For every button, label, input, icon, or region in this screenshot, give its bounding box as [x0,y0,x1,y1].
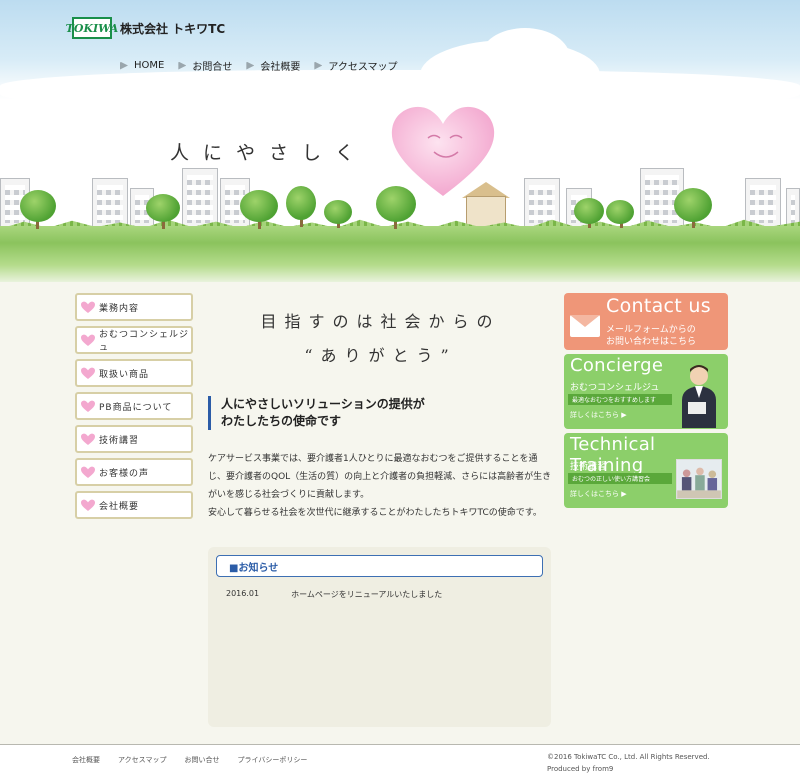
building [524,178,560,228]
footer: 会社概要 アクセスマップ お問い合せ プライバシーポリシー ©2016 Toki… [0,744,800,780]
heart-icon [81,466,95,478]
intro-text: ケアサービス事業では、要介護者1人ひとりに最適なおむつをご提供することを通じ、要… [208,450,553,522]
concierge-banner[interactable]: Concierge おむつコンシェルジュ 最適なおむつをおすすめします 詳しくは… [564,354,728,429]
sidebar-item-label: 会社概要 [99,501,140,512]
concierge-banner-strip: 最適なおむつをおすすめします [568,394,672,405]
training-photo-icon [677,460,721,498]
lead-line-2: “ありがとう” [304,346,457,365]
sidebar-item-label: 技術講習 [99,435,140,446]
news-box: ■お知らせ 2016.01 ホームページをリニューアルいたしました [208,547,551,727]
triangle-bullet-icon [314,61,323,70]
technical-banner-more: 詳しくはこちら ▶ [570,490,627,498]
nav-company[interactable]: 会社概要 [246,58,300,73]
technical-training-banner[interactable]: Technical Training 技術講習 おむつの正しい使い方講習会 詳し… [564,433,728,508]
building [92,178,128,228]
mission-heading-line-2: わたしたちの使命です [221,414,342,428]
contact-banner-title: Contact us [606,295,711,317]
logo-mark: TOKIWA [66,17,118,39]
site-logo[interactable]: TOKIWA 株式会社 トキワTC [66,17,226,39]
sidebar-item-label: お客様の声 [99,468,150,479]
intro-paragraph-2: 安心して暮らせる社会を次世代に継承することがわたしたちトキワTCの使命です。 [208,508,542,518]
triangle-bullet-icon [246,61,255,70]
footer-link-access[interactable]: アクセスマップ [118,755,166,765]
nav-label: HOME [134,60,165,71]
concierge-banner-sub: おむつコンシェルジュ [570,383,660,393]
sidebar-item-label: おむつコンシェルジュ [99,330,190,353]
sidebar-item-business[interactable]: 業務内容 [75,293,193,321]
tree [674,188,712,222]
tree [286,186,316,220]
tree [146,194,180,222]
tree [574,198,604,224]
tree [324,200,352,224]
global-nav: HOME お問合せ 会社概要 アクセスマップ [120,58,398,73]
news-text: ホームページをリニューアルいたしました [291,590,443,599]
building [745,178,781,228]
tree [606,200,634,224]
main-content: 目指すのは社会からの “ありがとう” 人にやさしいソリューションの提供が わたし… [208,300,553,522]
heart-icon [81,400,95,412]
sidebar-item-pb[interactable]: PB商品について [75,392,193,420]
house [466,196,506,228]
heart-icon [81,367,95,379]
sidebar-item-company[interactable]: 会社概要 [75,491,193,519]
sidebar-nav: 業務内容 おむつコンシェルジュ 取扱い商品 PB商品について 技術講習 お客様の… [75,293,193,524]
mission-heading-line-1: 人にやさしいソリューションの提供が [221,397,425,411]
concierge-banner-title: Concierge [570,355,664,376]
triangle-bullet-icon [178,61,187,70]
ground [0,226,800,282]
sidebar-item-products[interactable]: 取扱い商品 [75,359,193,387]
tree [376,186,416,222]
contact-banner-line-2: お問い合わせはこちら [606,337,697,347]
heart-icon [81,301,95,313]
nav-label: お問合せ [192,62,233,73]
sidebar-item-voice[interactable]: お客様の声 [75,458,193,486]
concierge-banner-more: 詳しくはこちら ▶ [570,411,627,419]
lead-line-1: 目指すのは社会からの [260,312,501,331]
footer-link-company[interactable]: 会社概要 [72,755,100,765]
envelope-icon [570,315,600,337]
produced-by: Produced by from9 [547,765,614,773]
heart-icon [81,499,95,511]
nav-label: 会社概要 [260,62,301,73]
sidebar-item-concierge[interactable]: おむつコンシェルジュ [75,326,193,354]
hero-header: TOKIWA 株式会社 トキワTC HOME お問合せ 会社概要 アクセスマップ… [0,0,800,282]
news-date: 2016.01 [226,589,260,598]
heart-icon [81,433,95,445]
sidebar-item-training[interactable]: 技術講習 [75,425,193,453]
sidebar-item-label: 業務内容 [99,303,140,314]
tree [240,190,278,222]
tree [20,190,56,222]
concierge-person-icon [682,365,716,428]
intro-paragraph-1: ケアサービス事業では、要介護者1人ひとりに最適なおむつをご提供することを通じ、要… [208,454,552,500]
copyright: ©2016 TokiwaTC Co., Ltd. All Rights Rese… [547,751,710,775]
mission-heading: 人にやさしいソリューションの提供が わたしたちの使命です [208,396,553,430]
nav-contact[interactable]: お問合せ [178,58,232,73]
heart-icon [81,334,95,346]
news-item: 2016.01 ホームページをリニューアルいたしました [226,589,442,600]
news-heading: ■お知らせ [216,555,543,577]
company-name: 株式会社 トキワTC [120,21,226,36]
nav-access[interactable]: アクセスマップ [314,58,398,73]
building [182,168,218,228]
triangle-bullet-icon [120,61,128,70]
technical-banner-strip: おむつの正しい使い方講習会 [568,473,672,484]
sidebar-item-label: 取扱い商品 [99,369,150,380]
contact-banner[interactable]: Contact us メールフォームからの お問い合わせはこちら [564,293,728,350]
footer-nav: 会社概要 アクセスマップ お問い合せ プライバシーポリシー [72,755,307,765]
nav-label: アクセスマップ [328,62,398,73]
footer-link-contact[interactable]: お問い合せ [184,755,219,765]
copyright-text: ©2016 TokiwaTC Co., Ltd. All Rights Rese… [547,753,710,761]
footer-link-privacy[interactable]: プライバシーポリシー [237,755,307,765]
catch-copy: 人にやさしく [170,142,369,164]
technical-banner-sub: 技術講習 [570,462,607,472]
training-photo [676,459,722,499]
sidebar-item-label: PB商品について [99,402,173,413]
nav-home[interactable]: HOME [120,58,164,73]
